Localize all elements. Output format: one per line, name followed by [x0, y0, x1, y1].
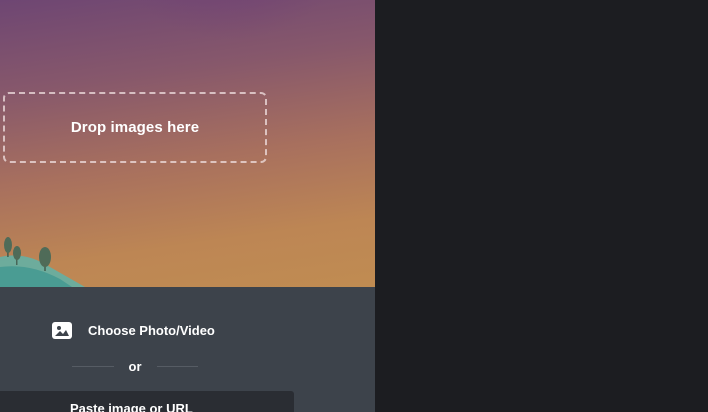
drop-zone-label: Drop images here	[70, 119, 200, 136]
paste-url-input[interactable]: Paste image or URL	[0, 391, 294, 412]
upload-panel: Drop images here Choose Photo/Video or P…	[0, 0, 375, 412]
upload-controls: Choose Photo/Video or Paste image or URL	[0, 287, 375, 412]
choose-photo-video-label: Choose Photo/Video	[88, 322, 215, 338]
drop-zone[interactable]: Drop images here	[3, 92, 267, 163]
landscape-illustration	[0, 237, 85, 287]
or-label: or	[128, 358, 142, 374]
divider-line	[72, 365, 114, 367]
tree	[4, 237, 12, 257]
or-divider: or	[72, 358, 198, 374]
choose-photo-video-button[interactable]: Choose Photo/Video	[52, 320, 215, 340]
hero-glow	[120, 0, 340, 40]
preview-panel	[375, 0, 708, 412]
paste-url-label: Paste image or URL	[70, 401, 193, 412]
upload-hero: Drop images here	[0, 0, 375, 287]
page: Drop images here Choose Photo/Video or P…	[0, 0, 708, 412]
divider-line	[156, 365, 198, 367]
image-icon	[52, 321, 72, 339]
